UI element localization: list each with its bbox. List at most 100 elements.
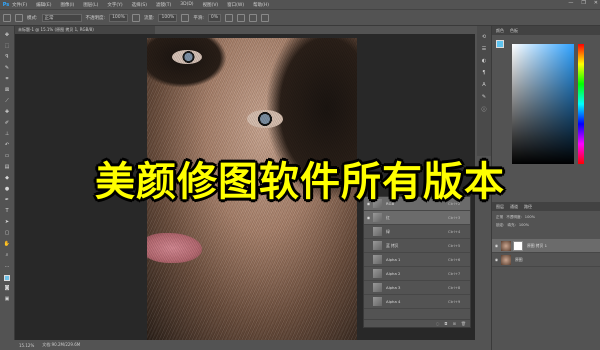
channel-thumbnail (373, 227, 382, 236)
channel-row[interactable]: 绿 Ctrl+4 (364, 225, 470, 239)
overlay-title: 美颜修图软件所有版本 (0, 148, 600, 208)
smooth-field[interactable]: 0% (207, 13, 222, 22)
brush-panel-icon[interactable]: ✎ (482, 94, 486, 100)
info-panel-icon[interactable]: ⓘ (481, 106, 486, 113)
channel-row[interactable]: ◉ 红 Ctrl+3 (364, 211, 470, 225)
menu-file[interactable]: 文件(F) (12, 2, 27, 8)
document-tab[interactable]: 未标题-1 @ 15.1% (原图 拷贝 1, RGB/8) (15, 26, 155, 34)
load-selection-icon[interactable]: ◌ (436, 321, 440, 326)
status-doc-size: 文档:90.2M/229.6M (42, 342, 81, 347)
menu-image[interactable]: 图像(I) (60, 2, 74, 8)
maximize-button[interactable]: ❐ (581, 0, 585, 6)
frame-tool-icon[interactable]: ⊠ (3, 87, 12, 94)
crop-tool-icon[interactable]: ⌗ (3, 76, 12, 83)
channel-shortcut: Ctrl+4 (448, 229, 461, 234)
layer-opacity-label: 不透明度: (506, 214, 522, 219)
paragraph-panel-icon[interactable]: ¶ (482, 70, 485, 76)
zoom-tool-icon[interactable]: ⌕ (3, 252, 12, 259)
channel-shortcut: Ctrl+3 (448, 215, 461, 220)
menu-3d[interactable]: 3D(D) (180, 2, 193, 7)
menu-help[interactable]: 帮助(H) (253, 2, 269, 8)
symmetry-icon[interactable] (261, 13, 270, 22)
type-tool-icon[interactable]: T (3, 208, 12, 215)
menu-view[interactable]: 视图(V) (203, 2, 219, 8)
properties-panel-icon[interactable]: ☰ (482, 46, 486, 52)
channel-shortcut: Ctrl+7 (448, 271, 461, 276)
channel-thumbnail (373, 269, 382, 278)
shape-tool-icon[interactable]: ▢ (3, 230, 12, 237)
overlay-title-text: 美颜修图软件所有版本 (95, 159, 505, 205)
hand-tool-icon[interactable]: ✋ (3, 241, 12, 248)
quick-select-tool-icon[interactable]: ✎ (3, 65, 12, 72)
channel-row[interactable]: Alpha 4 Ctrl+9 (364, 295, 470, 309)
close-button[interactable]: ✕ (594, 0, 598, 6)
screen-mode-icon[interactable]: ▣ (3, 296, 12, 303)
move-tool-icon[interactable]: ✥ (3, 32, 12, 39)
mode-select[interactable]: 正常 (41, 13, 82, 22)
airbrush-icon[interactable] (181, 13, 190, 22)
minimize-button[interactable]: — (568, 0, 573, 6)
channel-thumbnail (373, 283, 382, 292)
angle-icon[interactable] (237, 13, 246, 22)
status-zoom[interactable]: 15.12% (19, 343, 34, 348)
pressure-opacity-icon[interactable] (131, 13, 140, 22)
healing-tool-icon[interactable]: ✚ (3, 109, 12, 116)
smooth-value: 0% (210, 15, 219, 20)
quick-mask-icon[interactable]: ◙ (3, 285, 12, 292)
color-swatches[interactable] (496, 40, 508, 52)
channel-name: Alpha 4 (386, 299, 401, 304)
lasso-tool-icon[interactable]: ᑫ (3, 54, 12, 61)
menu-edit[interactable]: 编辑(E) (36, 2, 51, 8)
layer-opacity-value[interactable]: 100% (525, 215, 535, 219)
menu-type[interactable]: 文字(Y) (107, 2, 122, 8)
pressure-size-icon[interactable] (249, 13, 258, 22)
history-panel-icon[interactable]: ⟲ (482, 34, 486, 40)
tab-color[interactable]: 颜色 (496, 28, 504, 34)
brush-preset-icon[interactable] (3, 13, 11, 22)
trash-icon[interactable]: 🗑 (461, 321, 466, 326)
flow-value: 100% (161, 15, 175, 20)
layer-mask-thumbnail[interactable] (513, 240, 523, 251)
save-selection-icon[interactable]: ◘ (444, 321, 447, 326)
collapsed-panels-strip: ⟲ ☰ ◐ ¶ A ✎ ⓘ (477, 26, 491, 156)
channel-row[interactable]: Alpha 2 Ctrl+7 (364, 267, 470, 281)
layer-row[interactable]: ◉ 原图 拷贝 1 (492, 239, 600, 253)
channel-row[interactable]: Alpha 3 Ctrl+8 (364, 281, 470, 295)
channel-row[interactable]: 蓝 拷贝 Ctrl+5 (364, 239, 470, 253)
opacity-field[interactable]: 100% (109, 13, 128, 22)
layer-name: 原图 (515, 256, 523, 262)
color-field[interactable] (512, 44, 574, 164)
character-panel-icon[interactable]: A (482, 82, 485, 88)
new-channel-icon[interactable]: ⊞ (453, 321, 456, 326)
channel-name: Alpha 2 (386, 271, 401, 276)
tab-swatches[interactable]: 色板 (510, 28, 518, 34)
flow-field[interactable]: 100% (158, 13, 178, 22)
fill-value[interactable]: 100% (519, 223, 529, 227)
channel-row[interactable]: Alpha 1 Ctrl+6 (364, 253, 470, 267)
brush-settings-icon[interactable] (15, 13, 23, 22)
menu-window[interactable]: 窗口(W) (227, 2, 244, 8)
foreground-color-swatch[interactable] (496, 40, 504, 48)
eyedropper-tool-icon[interactable]: ⟋ (3, 98, 12, 105)
visibility-eye-icon[interactable]: ◉ (364, 215, 373, 220)
blend-mode-select[interactable]: 正常 (496, 215, 503, 220)
menu-select[interactable]: 选择(S) (132, 2, 147, 8)
adjustments-panel-icon[interactable]: ◐ (482, 58, 486, 64)
hue-slider[interactable] (578, 44, 584, 164)
foreground-color-swatch[interactable] (3, 274, 12, 281)
more-tools-icon[interactable]: … (3, 263, 12, 270)
options-bar: 模式: 正常 不透明度: 100% 流量: 100% 平滑: 0% (0, 9, 600, 26)
menu-filter[interactable]: 滤镜(T) (156, 2, 171, 8)
opacity-label: 不透明度: (85, 15, 106, 21)
brush-tool-icon[interactable]: ✐ (3, 120, 12, 127)
path-select-tool-icon[interactable]: ➤ (3, 219, 12, 226)
mode-value: 正常 (44, 15, 54, 21)
marquee-tool-icon[interactable]: ⬚ (3, 43, 12, 50)
visibility-eye-icon[interactable]: ◉ (492, 257, 501, 262)
layer-row[interactable]: ◉ 原图 (492, 253, 600, 267)
menu-layer[interactable]: 图层(L) (83, 2, 98, 8)
flow-label: 流量: (143, 15, 155, 21)
smoothing-settings-icon[interactable] (225, 13, 234, 22)
visibility-eye-icon[interactable]: ◉ (492, 243, 501, 248)
stamp-tool-icon[interactable]: ⊥ (3, 131, 12, 138)
